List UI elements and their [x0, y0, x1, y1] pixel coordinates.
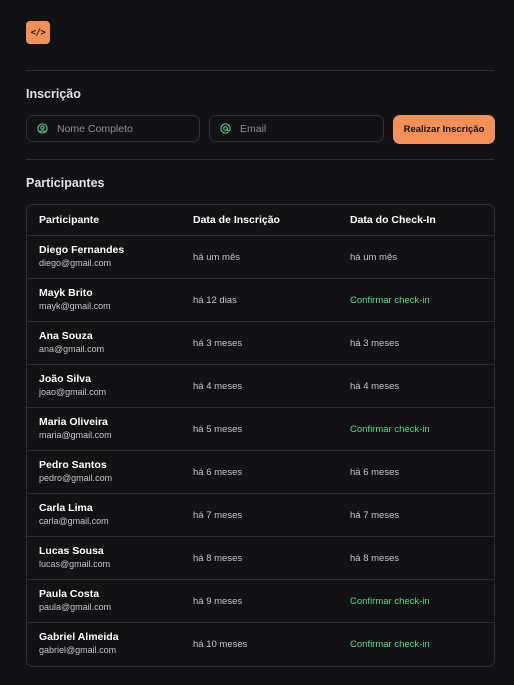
checkin-date: há 7 meses [350, 510, 400, 521]
participant-name: Carla Lima [39, 502, 93, 514]
confirm-checkin-button[interactable]: Confirmar check-in [350, 639, 430, 650]
participants-table: Participante Data de Inscrição Data do C… [26, 204, 495, 667]
participant-email: carla@gmail.com [39, 516, 109, 526]
checkin-date: há 8 meses [350, 553, 400, 564]
participant-name: Mayk Brito [39, 287, 93, 299]
subscription-date: há 10 meses [193, 639, 248, 650]
user-circle-icon [37, 123, 48, 134]
table-row: Mayk Brito mayk@gmail.com há 12 dias Confir… [27, 279, 494, 322]
participant-name: Pedro Santos [39, 459, 107, 471]
participant-email: pedro@gmail.com [39, 473, 113, 483]
at-sign-icon [220, 123, 231, 134]
subscription-date: há 7 meses [193, 510, 243, 521]
name-input[interactable] [57, 122, 187, 135]
subscription-date: há 5 meses [193, 424, 243, 435]
table-row: Lucas Sousa lucas@gmail.com há 8 meses há 8… [27, 537, 494, 580]
registration-title: Inscrição [26, 87, 81, 101]
email-field[interactable] [209, 115, 384, 142]
middle-divider [26, 159, 494, 160]
participant-name: Gabriel Almeida [39, 631, 119, 643]
table-row: Ana Souza ana@gmail.com há 3 meses há 3 mes… [27, 322, 494, 365]
participant-name: João Silva [39, 373, 91, 385]
subscription-date: há um mês [193, 252, 240, 263]
submit-registration-button[interactable]: Realizar Inscrição [393, 115, 495, 144]
subscription-date: há 3 meses [193, 338, 243, 349]
confirm-checkin-button[interactable]: Confirmar check-in [350, 424, 430, 435]
logo-text: </> [30, 27, 46, 38]
checkin-date: há um mês [350, 252, 397, 263]
name-field[interactable] [26, 115, 200, 142]
header-participant: Participante [39, 214, 100, 226]
participant-name: Paula Costa [39, 588, 100, 600]
table-row: Carla Lima carla@gmail.com há 7 meses há 7 … [27, 494, 494, 537]
table-row: Pedro Santos pedro@gmail.com há 6 meses há … [27, 451, 494, 494]
app-logo: </> [26, 21, 50, 44]
subscription-date: há 6 meses [193, 467, 243, 478]
table-row: Maria Oliveira maria@gmail.com há 5 meses C… [27, 408, 494, 451]
participant-email: lucas@gmail.com [39, 559, 111, 569]
table-header: Participante Data de Inscrição Data do C… [27, 205, 494, 236]
participant-email: maria@gmail.com [39, 430, 112, 440]
participant-email: joao@gmail.com [39, 387, 107, 397]
participant-name: Maria Oliveira [39, 416, 108, 428]
checkin-date: há 4 meses [350, 381, 400, 392]
participant-email: mayk@gmail.com [39, 301, 111, 311]
email-input[interactable] [240, 122, 370, 135]
checkin-date: há 6 meses [350, 467, 400, 478]
subscription-date: há 4 meses [193, 381, 243, 392]
participant-email: ana@gmail.com [39, 344, 105, 354]
checkin-date: há 3 meses [350, 338, 400, 349]
participant-email: paula@gmail.com [39, 602, 112, 612]
participant-email: gabriel@gmail.com [39, 645, 117, 655]
table-row: Diego Fernandes diego@gmail.com há um mês h… [27, 236, 494, 279]
table-row: Paula Costa paula@gmail.com há 9 meses Conf… [27, 580, 494, 623]
confirm-checkin-button[interactable]: Confirmar check-in [350, 295, 430, 306]
participant-name: Diego Fernandes [39, 244, 125, 256]
confirm-checkin-button[interactable]: Confirmar check-in [350, 596, 430, 607]
header-checkin-date: Data do Check-In [350, 214, 436, 226]
table-row: Gabriel Almeida gabriel@gmail.com há 10 me… [27, 623, 494, 666]
participants-title: Participantes [26, 176, 105, 190]
header-subscription-date: Data de Inscrição [193, 214, 280, 226]
top-divider [26, 70, 494, 71]
participant-name: Ana Souza [39, 330, 93, 342]
subscription-date: há 9 meses [193, 596, 243, 607]
subscription-date: há 8 meses [193, 553, 243, 564]
participant-name: Lucas Sousa [39, 545, 104, 557]
participant-email: diego@gmail.com [39, 258, 112, 268]
table-row: João Silva joao@gmail.com há 4 meses há 4 m… [27, 365, 494, 408]
subscription-date: há 12 dias [193, 295, 237, 306]
